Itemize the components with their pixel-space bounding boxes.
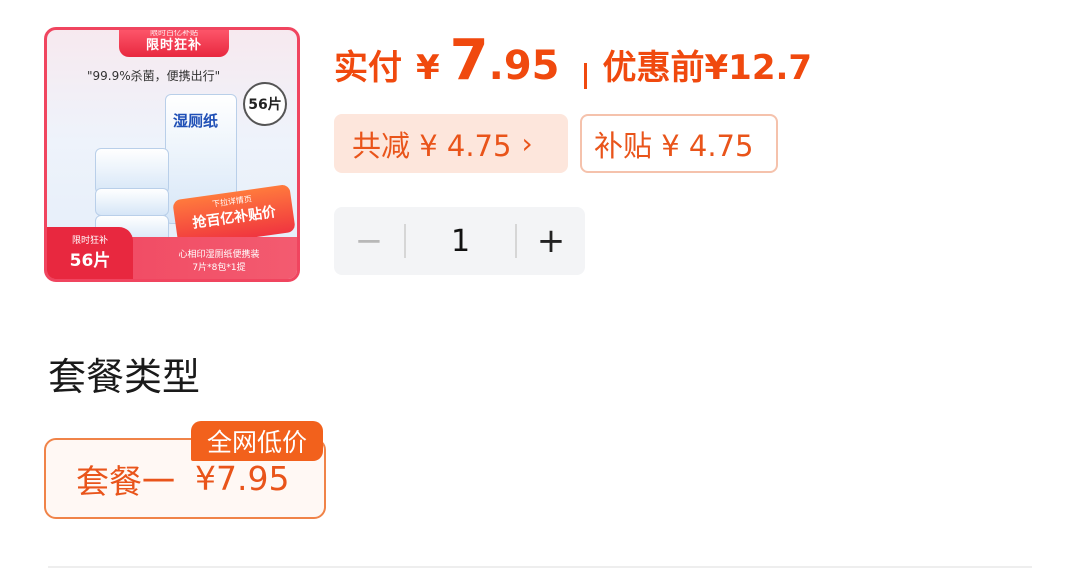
corner-small-text: 限时狂补: [71, 236, 108, 246]
corner-count-badge: 限时狂补 56片: [47, 227, 133, 279]
image-bottom-text: 心相印湿厕纸便携装 7片*8包*1提: [139, 249, 297, 275]
total-reduction-label: 共减 ¥ 4.75: [352, 128, 512, 163]
package-option-label: 套餐一: [76, 461, 175, 501]
price-divider: [583, 63, 587, 89]
quantity-input[interactable]: 1: [406, 224, 515, 259]
ribbon-top-text: 限时百亿补贴: [150, 28, 198, 37]
price-before-value: ¥12.7: [704, 48, 813, 88]
increase-quantity-button[interactable]: +: [517, 207, 585, 275]
subsidy-tag: 补贴 ¥ 4.75: [580, 114, 778, 173]
bottom-line-2: 7片*8包*1提: [192, 263, 246, 273]
product-slogan: "99.9%杀菌，便携出行": [87, 69, 221, 83]
product-pack-small: [95, 188, 169, 216]
quantity-stepper: − 1 +: [334, 207, 585, 275]
chevron-right-icon: ›: [521, 127, 533, 160]
package-type-title: 套餐类型: [48, 355, 201, 399]
price-before-label: 优惠前: [602, 48, 705, 88]
decrease-quantity-button[interactable]: −: [334, 207, 404, 275]
corner-big-text: 56片: [69, 251, 111, 271]
bottom-line-1: 心相印湿厕纸便携装: [178, 250, 260, 260]
subsidy-label: 补贴 ¥ 4.75: [594, 128, 754, 163]
divider: [48, 566, 1032, 568]
ribbon-main-text: 限时狂补: [145, 38, 202, 53]
total-reduction-tag[interactable]: 共减 ¥ 4.75 ›: [334, 114, 568, 173]
limited-subsidy-ribbon: 限时百亿补贴 限时狂补: [119, 28, 229, 57]
actual-price-decimal: .95: [488, 43, 560, 89]
pack-count-badge: 56片: [243, 82, 287, 126]
product-name-label: 湿厕纸: [173, 112, 219, 130]
actual-pay-label: 实付: [334, 48, 402, 88]
product-image[interactable]: 限时百亿补贴 限时狂补 "99.9%杀菌，便携出行" 湿厕纸 56片 下拉详情页…: [44, 27, 300, 282]
actual-price-integer: 7: [449, 28, 489, 93]
lowest-price-badge: 全网低价: [191, 421, 323, 461]
package-option-price: ¥7.95: [195, 459, 290, 498]
price-row: 实付 ¥ 7 .95 优惠前 ¥12.7: [334, 28, 812, 108]
currency-symbol: ¥: [416, 48, 440, 88]
